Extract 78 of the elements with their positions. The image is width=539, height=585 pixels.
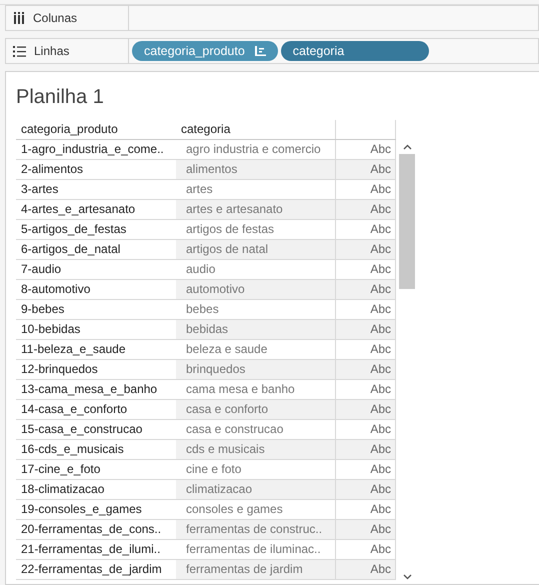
list-icon xyxy=(13,46,26,56)
table-cell: Abc xyxy=(336,200,396,219)
row-header-cell-text: 7-audio xyxy=(20,261,62,278)
table-cell: alimentos xyxy=(176,160,336,179)
table-cell: casa e conforto xyxy=(176,400,336,419)
table-cell: cds e musicais xyxy=(176,440,336,459)
table-cell: bebes xyxy=(176,300,336,319)
table-cell: artigos de natal xyxy=(176,240,336,259)
table-cell: Abc xyxy=(336,320,396,339)
table-cell: ferramentas de jardim xyxy=(176,560,336,579)
field-pill[interactable]: categoria xyxy=(280,41,429,61)
table-cell: ferramentas de iluminac.. xyxy=(176,540,336,559)
table-cell: cama mesa e banho xyxy=(176,380,336,399)
row-header-cell-text: 10-bebidas xyxy=(20,321,82,338)
table-cell: Abc xyxy=(336,540,396,559)
table-cell: Abc xyxy=(336,260,396,279)
table-cell: ferramentas de construc.. xyxy=(176,520,336,539)
column-header[interactable]: categoria xyxy=(176,120,336,139)
sort-icon xyxy=(254,46,266,56)
scroll-up-icon xyxy=(402,144,412,150)
row-header-cell-text: 6-artigos_de_natal xyxy=(20,241,122,258)
row-header-cell-text: 22-ferramentas_de_jardim xyxy=(20,561,163,578)
table-cell: Abc xyxy=(336,560,396,579)
row-header-cell-text: 11-beleza_e_saude xyxy=(20,341,127,358)
row-header-cell-text: 17-cine_e_foto xyxy=(20,461,102,478)
row-header-cell-text: 16-cds_e_musicais xyxy=(20,441,125,458)
table-cell: artigos de festas xyxy=(176,220,336,239)
table-cell: brinquedos xyxy=(176,360,336,379)
table-cell: agro industria e comercio xyxy=(176,140,336,159)
table-cell: Abc xyxy=(336,500,396,519)
row-header-cell-text: 4-artes_e_artesanato xyxy=(20,201,136,218)
table-cell: Abc xyxy=(336,180,396,199)
table-cell: artes xyxy=(176,180,336,199)
row-header-cell-text: 2-alimentos xyxy=(20,161,84,178)
shelf-label: Colunas xyxy=(33,11,78,25)
table-cell: Abc xyxy=(336,280,396,299)
table-cell: Abc xyxy=(336,440,396,459)
row-header-cell-text: 3-artes xyxy=(20,181,60,198)
row-header-cell-text: 15-casa_e_construcao xyxy=(20,421,144,438)
columns-icon xyxy=(13,12,25,24)
scroll-thumb[interactable] xyxy=(399,154,415,289)
table-cell: Abc xyxy=(336,240,396,259)
table-cell: bebidas xyxy=(176,320,336,339)
row-header-cell-text: 20-ferramentas_de_cons.. xyxy=(20,521,162,538)
row-header-cell-text: 12-brinquedos xyxy=(20,361,99,378)
table-cell: Abc xyxy=(336,400,396,419)
row-header-cell-text: 19-consoles_e_games xyxy=(20,501,143,518)
table-cell: Abc xyxy=(336,380,396,399)
row-header-cell-text: 13-cama_mesa_e_banho xyxy=(20,381,158,398)
table-cell: Abc xyxy=(336,520,396,539)
row-header-cell-text: 18-climatizacao xyxy=(20,481,106,498)
table-cell: beleza e saude xyxy=(176,340,336,359)
table-cell: Abc xyxy=(336,300,396,319)
table-cell: cine e foto xyxy=(176,460,336,479)
table-cell: Abc xyxy=(336,420,396,439)
table-cell: Abc xyxy=(336,160,396,179)
table-cell: climatizacao xyxy=(176,480,336,499)
shelf-label: Linhas xyxy=(34,44,70,58)
row-header-cell-text: 21-ferramentas_de_ilumi.. xyxy=(20,541,162,558)
table-cell: Abc xyxy=(336,480,396,499)
table-cell: Abc xyxy=(336,140,396,159)
table-cell: consoles e games xyxy=(176,500,336,519)
row-header-cell-text: 9-bebes xyxy=(20,301,66,318)
scroll-down-icon xyxy=(402,574,412,580)
table-cell: Abc xyxy=(336,360,396,379)
row-header-cell-text: 14-casa_e_conforto xyxy=(20,401,128,418)
sheet-title: Planilha 1 xyxy=(16,85,105,110)
table-cell: Abc xyxy=(336,340,396,359)
table-cell: automotivo xyxy=(176,280,336,299)
row-header-cell-text: 1-agro_industria_e_come.. xyxy=(20,141,165,158)
table-cell: casa e construcao xyxy=(176,420,336,439)
table-cell: Abc xyxy=(336,220,396,239)
table-cell: artes e artesanato xyxy=(176,200,336,219)
row-header-cell-text: 5-artigos_de_festas xyxy=(20,221,128,238)
table-cell: Abc xyxy=(336,460,396,479)
row-header-cell-text: 8-automotivo xyxy=(20,281,92,298)
table-cell: audio xyxy=(176,260,336,279)
column-header[interactable]: categoria_produto xyxy=(16,120,176,139)
